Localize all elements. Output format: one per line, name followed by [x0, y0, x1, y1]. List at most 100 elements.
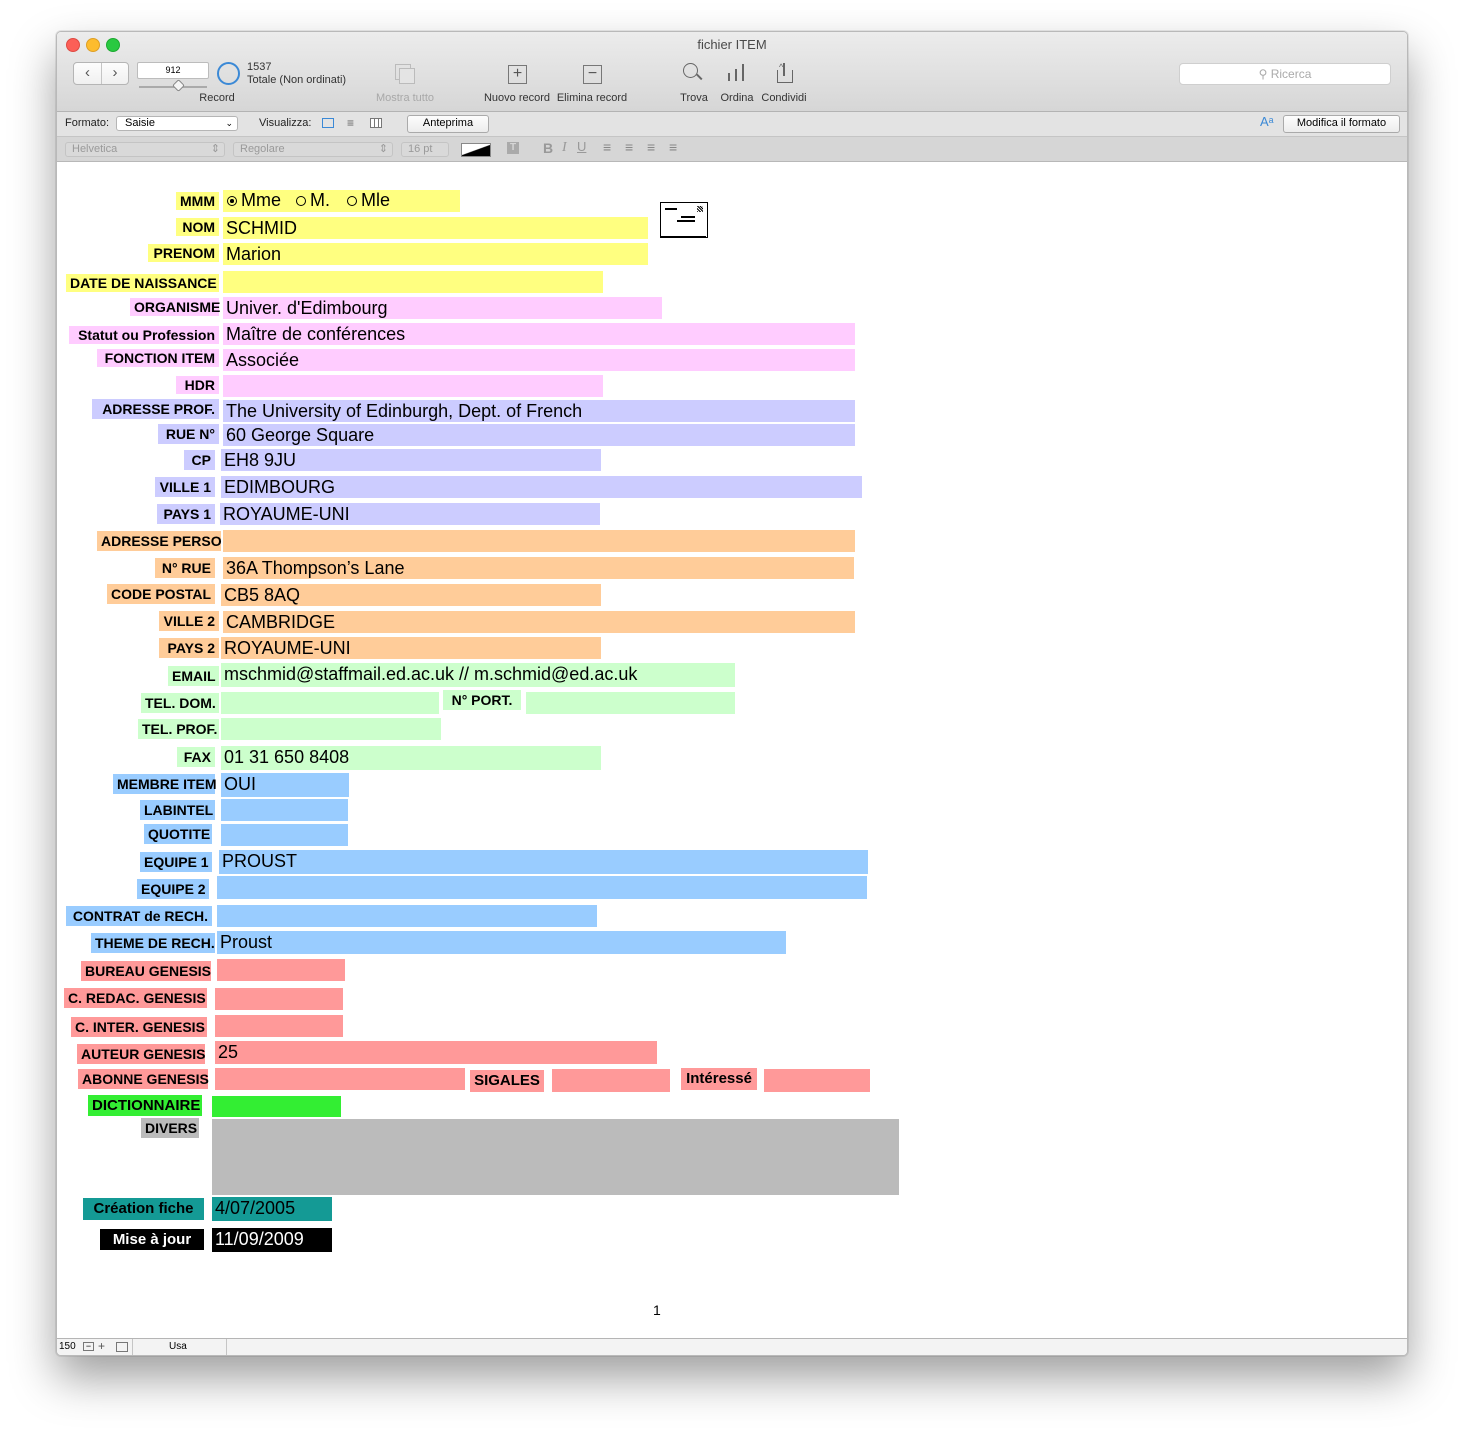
text-format-icon[interactable]: Aᵃ [1260, 114, 1274, 129]
field-ville1[interactable]: EDIMBOURG [221, 476, 862, 498]
label-abonne: ABONNE GENESIS [78, 1069, 209, 1089]
record-slider-thumb[interactable] [172, 79, 185, 92]
align-justify-icon[interactable]: ≡ [669, 140, 677, 154]
text-highlight-icon[interactable]: T [507, 142, 519, 154]
radio-m[interactable]: M. [296, 190, 330, 210]
label-sigales: SIGALES [470, 1070, 544, 1092]
zoom-level[interactable]: 150 [59, 1341, 76, 1352]
field-email[interactable]: mschmid@staffmail.ed.ac.uk // m.schmid@e… [221, 663, 735, 687]
field-dictionnaire[interactable] [212, 1096, 341, 1117]
radio-mle[interactable]: Mle [347, 190, 390, 210]
previous-record-icon[interactable]: ‹ [74, 63, 102, 84]
font-value: Helvetica [72, 143, 118, 155]
find-icon[interactable] [683, 63, 698, 78]
field-c-inter[interactable] [215, 1015, 343, 1037]
field-organisme[interactable]: Univer. d'Edimbourg [223, 297, 662, 319]
field-tel-prof[interactable] [221, 718, 441, 740]
field-equipe2[interactable] [217, 876, 867, 899]
field-sigales[interactable] [552, 1069, 670, 1092]
label-hdr: HDR [176, 376, 219, 394]
field-prenom[interactable]: Marion [223, 243, 648, 265]
zoom-in-icon[interactable]: + [98, 1340, 105, 1352]
field-statut[interactable]: Maître de conférences [223, 323, 855, 345]
field-adresse-prof[interactable]: The University of Edinburgh, Dept. of Fr… [223, 400, 855, 422]
field-abonne[interactable] [215, 1068, 465, 1090]
field-n-port[interactable] [526, 692, 735, 714]
field-fax[interactable]: 01 31 650 8408 [221, 746, 601, 770]
field-mise-a-jour[interactable]: 11/09/2009 [212, 1228, 332, 1252]
zoom-out-icon[interactable]: − [83, 1342, 94, 1351]
show-all-button[interactable]: Mostra tutto [369, 92, 441, 104]
align-right-icon[interactable]: ≡ [647, 140, 655, 154]
style-select[interactable]: Regolare ⇕ [233, 142, 393, 157]
align-center-icon[interactable]: ≡ [625, 140, 633, 154]
underline-icon[interactable]: U [577, 139, 586, 154]
field-interesse[interactable] [764, 1069, 870, 1092]
field-date-naissance[interactable] [223, 271, 603, 293]
size-select[interactable]: 16 pt [401, 142, 449, 157]
chevron-down-icon: ⌄ [225, 118, 233, 128]
label-equipe1: EQUIPE 1 [140, 852, 212, 872]
table-view-icon[interactable] [370, 118, 382, 128]
field-ville2[interactable]: CAMBRIDGE [223, 611, 855, 633]
radio-unselected-icon [296, 196, 306, 207]
form-view-icon[interactable] [322, 118, 334, 128]
label-adresse-prof: ADRESSE PROF. [92, 399, 219, 419]
field-hdr[interactable] [223, 375, 603, 397]
mode-indicator[interactable]: Usa [169, 1341, 187, 1352]
field-adresse-perso[interactable] [223, 530, 855, 552]
sort-icon[interactable] [728, 73, 730, 81]
format-bar: Helvetica ⇕ Regolare ⇕ 16 pt T B I U ≡ ≡… [57, 137, 1407, 162]
record-number-field[interactable]: 912 [137, 62, 209, 79]
text-color-swatch[interactable] [461, 143, 491, 157]
field-fonction[interactable]: Associée [223, 349, 855, 371]
field-c-redac[interactable] [215, 988, 343, 1010]
field-pays2[interactable]: ROYAUME-UNI [221, 637, 601, 659]
field-n-rue[interactable]: 36A Thompson’s Lane [223, 557, 854, 579]
field-equipe1[interactable]: PROUST [219, 850, 868, 874]
field-nom[interactable]: SCHMID [223, 217, 648, 239]
toggle-toolbar-icon[interactable] [116, 1342, 128, 1352]
delete-record-icon[interactable]: − [583, 65, 602, 84]
envelope-icon[interactable] [660, 202, 708, 238]
share-button[interactable]: Condividi [759, 92, 809, 104]
field-divers[interactable] [212, 1119, 899, 1195]
field-quotite[interactable] [221, 824, 348, 846]
field-membre[interactable]: OUI [221, 773, 349, 797]
italic-icon[interactable]: I [562, 140, 567, 156]
sort-button[interactable]: Ordina [717, 92, 757, 104]
search-field[interactable]: ⚲ Ricerca [1179, 63, 1391, 85]
field-rue[interactable]: 60 George Square [223, 424, 855, 446]
size-value: 16 pt [408, 143, 433, 155]
find-button[interactable]: Trova [673, 92, 715, 104]
label-dictionnaire: DICTIONNAIRE [88, 1095, 202, 1116]
label-ville2: VILLE 2 [159, 611, 219, 631]
field-pays1[interactable]: ROYAUME-UNI [220, 503, 600, 525]
field-code-postal[interactable]: CB5 8AQ [221, 584, 601, 606]
label-pays2: PAYS 2 [159, 638, 219, 658]
format-select[interactable]: Saisie ⌄ [116, 116, 238, 131]
field-theme[interactable]: Proust [217, 931, 786, 954]
label-adresse-perso: ADRESSE PERSO [97, 531, 222, 551]
font-select[interactable]: Helvetica ⇕ [65, 142, 225, 157]
align-left-icon[interactable]: ≡ [603, 140, 611, 154]
field-cp[interactable]: EH8 9JU [221, 449, 601, 471]
modify-format-button[interactable]: Modifica il formato [1283, 115, 1400, 133]
bold-icon[interactable]: B [543, 140, 553, 156]
found-set-pie-icon [217, 62, 240, 85]
list-view-icon[interactable]: ≡ [347, 117, 354, 129]
field-creation[interactable]: 4/07/2005 [212, 1197, 332, 1221]
style-value: Regolare [240, 143, 285, 155]
delete-record-button[interactable]: Elimina record [554, 92, 630, 104]
field-auteur[interactable]: 25 [215, 1041, 657, 1064]
new-record-button[interactable]: Nuovo record [479, 92, 555, 104]
next-record-icon[interactable]: › [102, 63, 128, 84]
field-tel-dom[interactable] [221, 692, 439, 714]
radio-mme[interactable]: Mme [227, 190, 281, 210]
preview-button[interactable]: Anteprima [407, 115, 489, 133]
new-record-icon[interactable]: + [508, 65, 527, 84]
field-contrat[interactable] [217, 905, 597, 927]
field-labintel[interactable] [221, 799, 348, 821]
field-bureau[interactable] [217, 959, 345, 981]
label-interesse: Intéressé [681, 1068, 757, 1090]
